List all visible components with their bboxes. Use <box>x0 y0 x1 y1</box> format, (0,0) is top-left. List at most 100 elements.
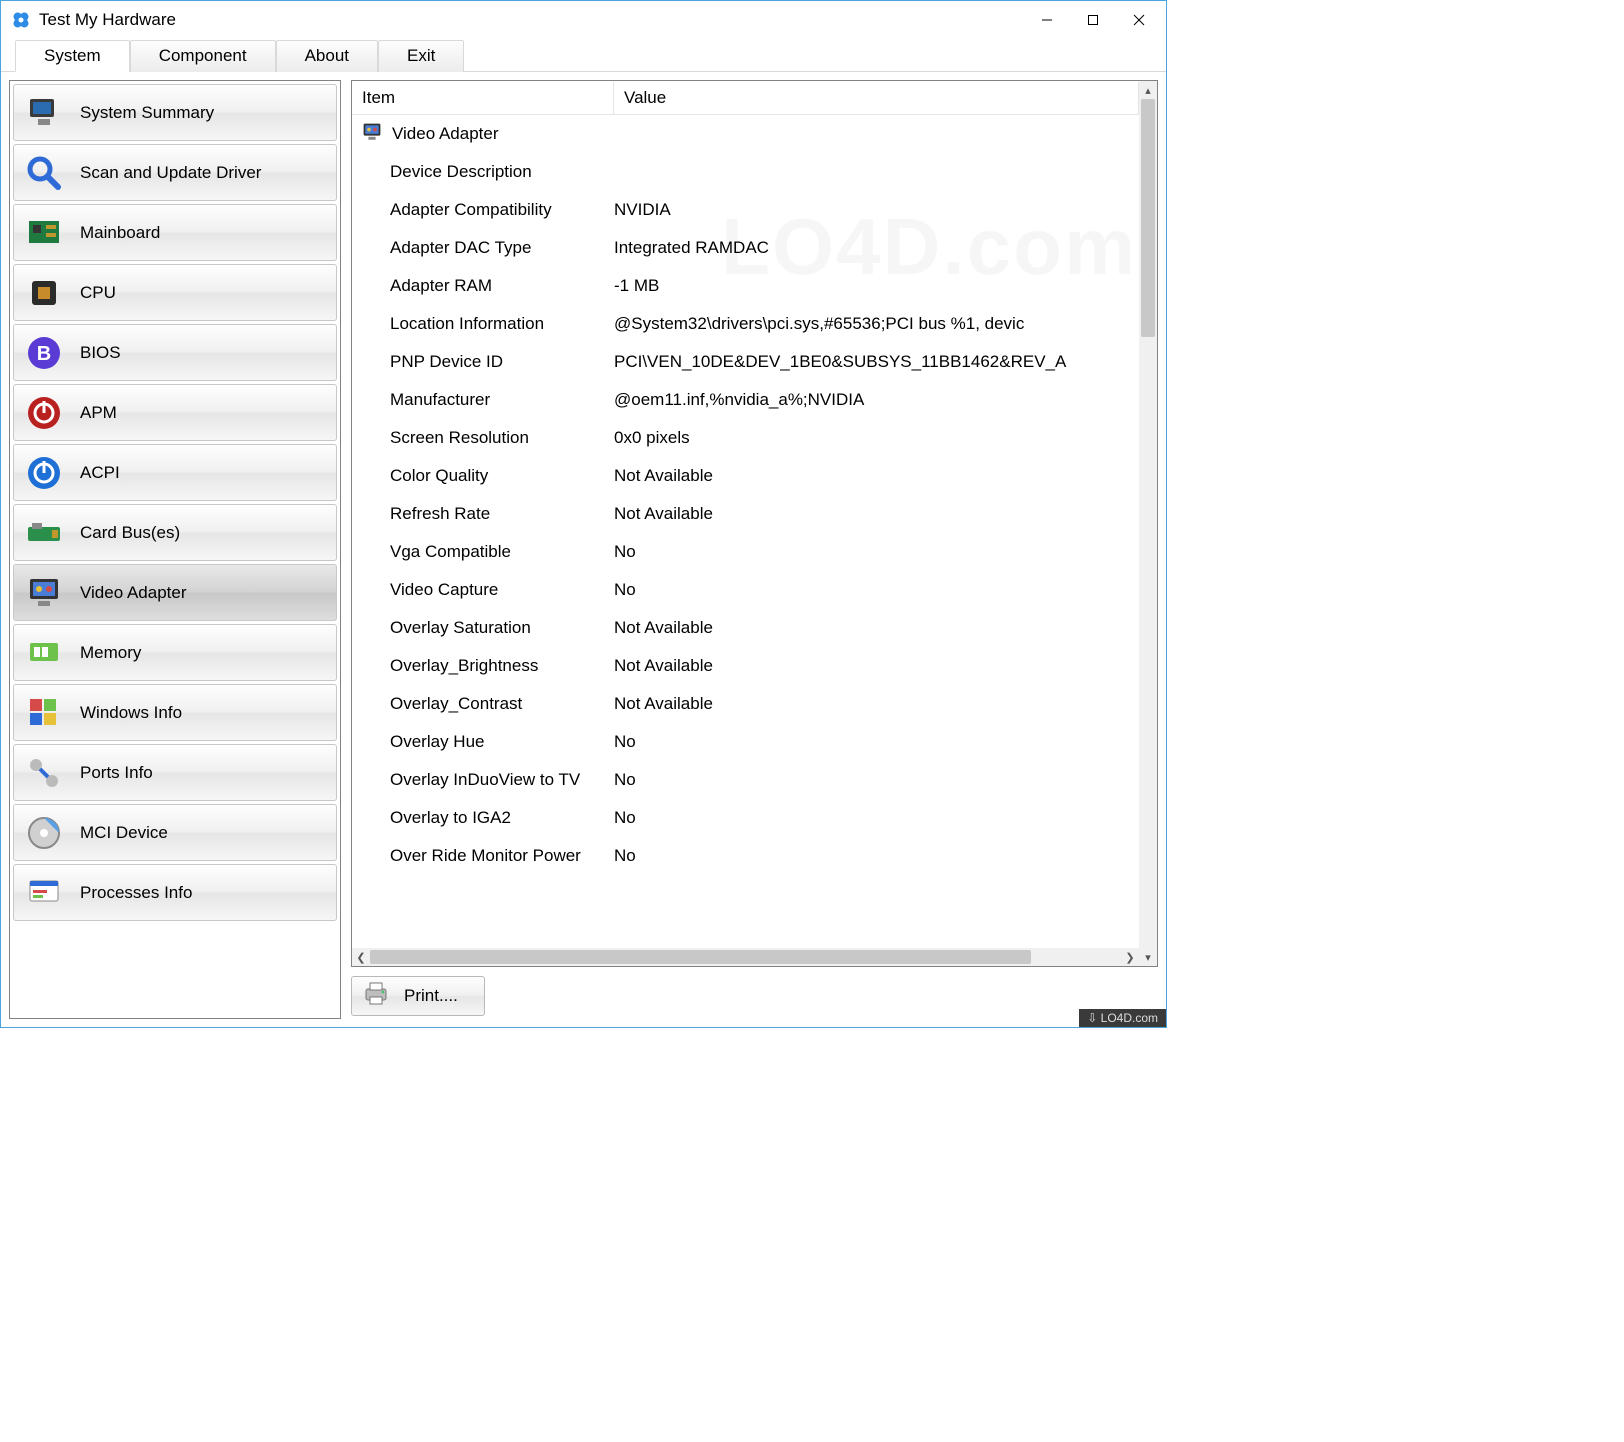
app-window: Test My Hardware System Component About … <box>0 0 1167 1028</box>
grid-row[interactable]: Location Information@System32\drivers\pc… <box>352 305 1139 343</box>
sidebar-item-windows-info[interactable]: Windows Info <box>13 684 337 741</box>
sidebar-item-label: CPU <box>80 283 116 303</box>
footer-watermark: ⇩ LO4D.com <box>1079 1009 1166 1027</box>
sidebar-item-video-adapter[interactable]: Video Adapter <box>13 564 337 621</box>
grid-row[interactable]: Overlay to IGA2No <box>352 799 1139 837</box>
column-header-value[interactable]: Value <box>614 82 1139 114</box>
horizontal-scrollbar[interactable]: ❮ ❯ <box>352 948 1139 966</box>
cpu-icon <box>22 271 66 315</box>
grid-cell-item: Color Quality <box>352 466 614 486</box>
grid-cell-value: Not Available <box>614 618 1139 638</box>
grid-cell-item: Overlay_Brightness <box>352 656 614 676</box>
grid-row[interactable]: Overlay_BrightnessNot Available <box>352 647 1139 685</box>
scroll-up-icon[interactable]: ▴ <box>1139 81 1157 99</box>
grid-row[interactable]: PNP Device IDPCI\VEN_10DE&DEV_1BE0&SUBSY… <box>352 343 1139 381</box>
grid-cell-value: No <box>614 808 1139 828</box>
main-panel: Item Value Video Adapter Device Descripti… <box>351 80 1158 1019</box>
grid-cell-item: Refresh Rate <box>352 504 614 524</box>
sidebar-item-ports-info[interactable]: Ports Info <box>13 744 337 801</box>
sidebar-item-label: MCI Device <box>80 823 168 843</box>
grid-cell-value: No <box>614 770 1139 790</box>
sidebar-item-label: Windows Info <box>80 703 182 723</box>
sidebar-item-label: Memory <box>80 643 141 663</box>
grid-cell-value: No <box>614 732 1139 752</box>
tab-exit[interactable]: Exit <box>378 40 464 72</box>
column-header-item[interactable]: Item <box>352 82 614 114</box>
sidebar-item-apm[interactable]: APM <box>13 384 337 441</box>
hscroll-thumb[interactable] <box>370 950 1031 964</box>
grid-row[interactable]: Overlay HueNo <box>352 723 1139 761</box>
grid-row[interactable]: Overlay_ContrastNot Available <box>352 685 1139 723</box>
grid-row[interactable]: Overlay SaturationNot Available <box>352 609 1139 647</box>
grid-row[interactable]: Overlay InDuoView to TVNo <box>352 761 1139 799</box>
grid-row[interactable]: Adapter CompatibilityNVIDIA <box>352 191 1139 229</box>
sidebar-item-processes-info[interactable]: Processes Info <box>13 864 337 921</box>
sidebar-item-mci-device[interactable]: MCI Device <box>13 804 337 861</box>
minimize-button[interactable] <box>1024 5 1070 35</box>
grid-row[interactable]: Manufacturer@oem11.inf,%nvidia_a%;NVIDIA <box>352 381 1139 419</box>
grid-cell-item: Overlay Saturation <box>352 618 614 638</box>
grid-row[interactable]: Screen Resolution0x0 pixels <box>352 419 1139 457</box>
tab-about[interactable]: About <box>276 40 378 72</box>
window-title: Test My Hardware <box>39 10 176 30</box>
memory-icon <box>22 631 66 675</box>
grid-row[interactable]: Video CaptureNo <box>352 571 1139 609</box>
video-icon <box>360 120 384 149</box>
scroll-down-icon[interactable]: ▾ <box>1139 948 1157 966</box>
grid-cell-value: PCI\VEN_10DE&DEV_1BE0&SUBSYS_11BB1462&RE… <box>614 352 1139 372</box>
grid-cell-value: Not Available <box>614 504 1139 524</box>
sidebar-item-bios[interactable]: B BIOS <box>13 324 337 381</box>
sidebar-item-label: BIOS <box>80 343 121 363</box>
grid-cell-value: No <box>614 542 1139 562</box>
sidebar-item-label: Video Adapter <box>80 583 187 603</box>
grid-row[interactable]: Adapter RAM-1 MB <box>352 267 1139 305</box>
grid-cell-value: No <box>614 846 1139 866</box>
sidebar-item-label: ACPI <box>80 463 120 483</box>
sidebar-item-label: Ports Info <box>80 763 153 783</box>
grid-row[interactable]: Adapter DAC TypeIntegrated RAMDAC <box>352 229 1139 267</box>
scroll-left-icon[interactable]: ❮ <box>352 948 370 966</box>
grid-row[interactable]: Vga CompatibleNo <box>352 533 1139 571</box>
grid-cell-value: @System32\drivers\pci.sys,#65536;PCI bus… <box>614 314 1139 334</box>
scroll-right-icon[interactable]: ❯ <box>1121 948 1139 966</box>
grid-row[interactable]: Device Description <box>352 153 1139 191</box>
board-icon <box>22 211 66 255</box>
sidebar-item-system-summary[interactable]: System Summary <box>13 84 337 141</box>
grid-cell-value: Not Available <box>614 466 1139 486</box>
bios-icon: B <box>22 331 66 375</box>
tab-component[interactable]: Component <box>130 40 276 72</box>
grid-root-row[interactable]: Video Adapter <box>352 115 1139 153</box>
grid-row[interactable]: Refresh RateNot Available <box>352 495 1139 533</box>
vscroll-thumb[interactable] <box>1141 99 1155 337</box>
sidebar-item-memory[interactable]: Memory <box>13 624 337 681</box>
grid-root-label: Video Adapter <box>392 124 499 144</box>
sidebar-item-label: APM <box>80 403 117 423</box>
close-button[interactable] <box>1116 5 1162 35</box>
grid-row[interactable]: Over Ride Monitor PowerNo <box>352 837 1139 875</box>
titlebar: Test My Hardware <box>1 1 1166 39</box>
sidebar-item-mainboard[interactable]: Mainboard <box>13 204 337 261</box>
magnifier-icon <box>22 151 66 195</box>
sidebar-item-cpu[interactable]: CPU <box>13 264 337 321</box>
grid-cell-item: Device Description <box>352 162 614 182</box>
print-button[interactable]: Print.... <box>351 976 485 1016</box>
grid-cell-item: Screen Resolution <box>352 428 614 448</box>
sidebar-item-card-bus-es-[interactable]: Card Bus(es) <box>13 504 337 561</box>
maximize-button[interactable] <box>1070 5 1116 35</box>
power-red-icon <box>22 391 66 435</box>
sidebar-item-scan-and-update-driver[interactable]: Scan and Update Driver <box>13 144 337 201</box>
tab-system[interactable]: System <box>15 40 130 72</box>
grid-row[interactable]: Color QualityNot Available <box>352 457 1139 495</box>
grid-cell-value: Not Available <box>614 656 1139 676</box>
svg-text:B: B <box>37 343 51 365</box>
printer-icon <box>362 981 390 1012</box>
vertical-scrollbar[interactable]: ▴ ▾ <box>1139 81 1157 966</box>
grid-cell-item: Over Ride Monitor Power <box>352 846 614 866</box>
content-area: System SummaryScan and Update DriverMain… <box>1 72 1166 1027</box>
mci-icon <box>22 811 66 855</box>
grid-cell-value: 0x0 pixels <box>614 428 1139 448</box>
grid-cell-item: Manufacturer <box>352 390 614 410</box>
grid-cell-item: Overlay Hue <box>352 732 614 752</box>
grid-cell-value: @oem11.inf,%nvidia_a%;NVIDIA <box>614 390 1139 410</box>
sidebar-item-acpi[interactable]: ACPI <box>13 444 337 501</box>
